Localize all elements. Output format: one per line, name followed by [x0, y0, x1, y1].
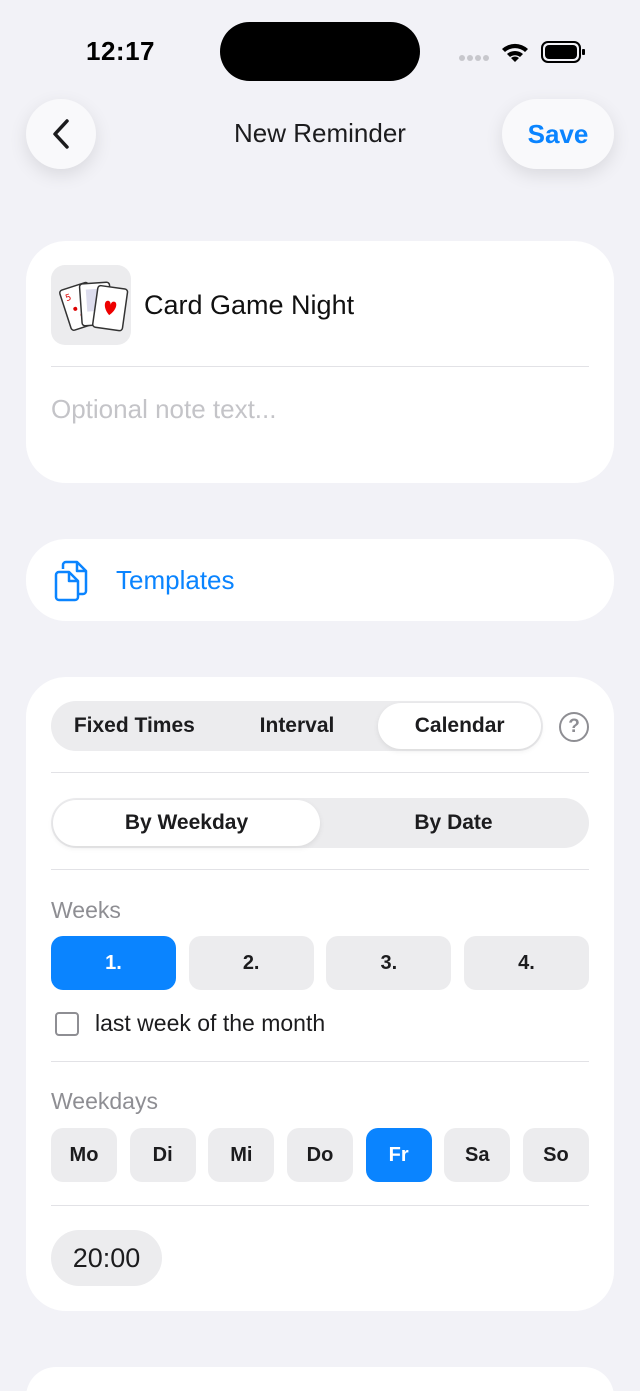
battery-icon [541, 41, 585, 63]
status-time: 12:17 [86, 36, 155, 66]
week-3-button[interactable]: 3. [326, 936, 452, 990]
weeks-row: 1. 2. 3. 4. [51, 936, 589, 990]
weekday-fr-button[interactable]: Fr [365, 1128, 432, 1182]
last-week-checkbox[interactable] [55, 1012, 79, 1036]
playing-cards-icon: 5 [59, 281, 129, 332]
weekday-do-button[interactable]: Do [286, 1128, 353, 1182]
divider [51, 772, 589, 773]
wifi-icon [502, 43, 528, 62]
segment-fixed-times[interactable]: Fixed Times [53, 703, 216, 749]
divider [51, 366, 589, 367]
reminder-card: 5 [26, 241, 614, 483]
weekdays-label: Weekdays [51, 1088, 158, 1114]
time-button[interactable]: 20:00 [51, 1230, 162, 1286]
week-1-button[interactable]: 1. [51, 936, 176, 990]
note-input[interactable] [51, 389, 591, 429]
divider [51, 869, 589, 870]
week-4-button[interactable]: 4. [463, 936, 589, 990]
reminder-title-input[interactable] [144, 285, 584, 325]
divider [51, 1061, 589, 1062]
reminder-icon-button[interactable]: 5 [51, 265, 131, 345]
dynamic-island [220, 22, 420, 81]
weekday-sa-button[interactable]: Sa [444, 1128, 511, 1182]
documents-icon [54, 560, 88, 602]
templates-card: Templates [26, 539, 614, 621]
divider [51, 1205, 589, 1206]
segment-by-date[interactable]: By Date [320, 800, 587, 846]
next-card [26, 1367, 614, 1391]
templates-label: Templates [116, 565, 235, 595]
weekday-so-button[interactable]: So [522, 1128, 589, 1182]
segment-calendar[interactable]: Calendar [378, 703, 542, 749]
last-week-label: last week of the month [95, 1010, 326, 1036]
help-icon[interactable]: ? [559, 712, 589, 742]
save-button[interactable]: Save [502, 99, 614, 169]
weekday-di-button[interactable]: Di [129, 1128, 196, 1182]
weekday-mi-button[interactable]: Mi [208, 1128, 275, 1182]
templates-button[interactable]: Templates [26, 539, 614, 621]
segment-by-weekday[interactable]: By Weekday [53, 800, 320, 846]
weeks-label: Weeks [51, 897, 121, 923]
schedule-card: Fixed Times Interval Calendar ? By Weekd… [26, 677, 614, 1311]
cellular-signal-icon [459, 55, 489, 61]
calendar-mode-segmented-control: By Weekday By Date [51, 798, 589, 848]
schedule-mode-segmented-control: Fixed Times Interval Calendar [51, 701, 543, 751]
segment-interval[interactable]: Interval [216, 703, 379, 749]
week-2-button[interactable]: 2. [188, 936, 314, 990]
weekdays-row: Mo Di Mi Do Fr Sa So [51, 1128, 589, 1182]
status-icons [458, 38, 588, 66]
weekday-mo-button[interactable]: Mo [51, 1128, 117, 1182]
